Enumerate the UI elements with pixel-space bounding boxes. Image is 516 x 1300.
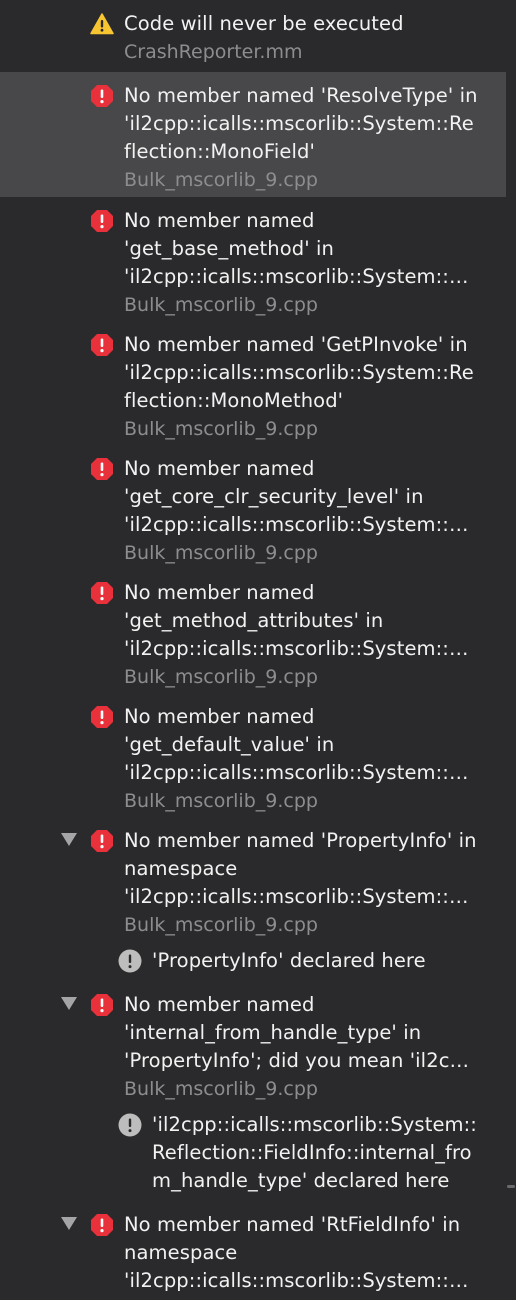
issue-row-expanded[interactable]: No member named 'PropertyInfo' in namesp… <box>0 817 506 941</box>
issue-row-expanded[interactable]: No member named 'RtFieldInfo' in namespa… <box>0 1201 506 1300</box>
issue-row[interactable]: No member named 'get_default_value' in '… <box>0 693 506 817</box>
issue-message: No member named <box>124 705 315 728</box>
note-message: m_handle_type' declared here <box>152 1169 450 1192</box>
note-row[interactable]: 'il2cpp::icalls::mscorlib::System:: Refl… <box>0 1105 506 1201</box>
warning-triangle-icon <box>90 13 114 35</box>
issue-message: flection::MonoField' <box>124 140 315 163</box>
error-octagon-icon <box>91 706 113 728</box>
error-octagon-icon <box>91 85 113 107</box>
note-circle-icon <box>118 1113 142 1137</box>
error-octagon-icon <box>91 458 113 480</box>
note-message: 'il2cpp::icalls::mscorlib::System:: <box>152 1113 477 1136</box>
error-octagon-icon <box>91 582 113 604</box>
disclosure-triangle-icon[interactable] <box>61 1217 77 1231</box>
issue-message: 'internal_from_handle_type' in <box>124 1021 422 1044</box>
issue-message: namespace <box>124 1241 238 1264</box>
issue-row[interactable]: No member named 'GetPInvoke' in 'il2cpp:… <box>0 321 506 445</box>
error-octagon-icon <box>91 1214 113 1236</box>
issue-message: 'il2cpp::icalls::mscorlib::System::… <box>124 885 469 908</box>
issue-message: Code will never be executed <box>124 12 404 35</box>
issue-row-selected[interactable]: No member named 'ResolveType' in 'il2cpp… <box>0 72 506 197</box>
scrollbar-thumb[interactable] <box>507 1185 515 1188</box>
disclosure-triangle-icon[interactable] <box>61 997 77 1011</box>
issue-message: 'il2cpp::icalls::mscorlib::System::… <box>124 513 469 536</box>
issue-message: 'get_default_value' in <box>124 733 335 756</box>
issue-file: Bulk_mscorlib_9.cpp <box>124 914 318 936</box>
issue-message: No member named 'RtFieldInfo' in <box>124 1213 461 1236</box>
issue-message: No member named <box>124 209 315 232</box>
issue-message: No member named <box>124 581 315 604</box>
issue-file: Bulk_mscorlib_9.cpp <box>124 542 318 564</box>
issue-row[interactable]: No member named 'get_core_clr_security_l… <box>0 445 506 569</box>
issue-file: Bulk_mscorlib_9.cpp <box>124 294 318 316</box>
error-octagon-icon <box>91 994 113 1016</box>
issue-message: 'il2cpp::icalls::mscorlib::System::Re <box>124 112 474 135</box>
issue-message: 'get_base_method' in <box>124 237 335 260</box>
issue-message: 'il2cpp::icalls::mscorlib::System::… <box>124 761 469 784</box>
vertical-scrollbar[interactable] <box>506 0 516 1300</box>
issue-message: 'PropertyInfo'; did you mean 'il2c… <box>124 1049 470 1072</box>
note-message: Reflection::FieldInfo::internal_fro <box>152 1141 472 1164</box>
issue-message: 'il2cpp::icalls::mscorlib::System::… <box>124 637 469 660</box>
error-octagon-icon <box>91 210 113 232</box>
error-octagon-icon <box>91 830 113 852</box>
issue-message: 'get_core_clr_security_level' in <box>124 485 424 508</box>
issue-file: Bulk_mscorlib_9.cpp <box>124 666 318 688</box>
issue-message: namespace <box>124 857 238 880</box>
issue-message: No member named 'ResolveType' in <box>124 84 478 107</box>
issue-message: No member named 'GetPInvoke' in <box>124 333 468 356</box>
issue-row-expanded[interactable]: No member named 'internal_from_handle_ty… <box>0 981 506 1105</box>
issue-message: 'get_method_attributes' in <box>124 609 384 632</box>
issue-navigator: Code will never be executed CrashReporte… <box>0 0 516 1300</box>
issue-file: Bulk_mscorlib_9.cpp <box>124 418 318 440</box>
issue-message: 'il2cpp::icalls::mscorlib::System::… <box>124 1269 469 1292</box>
issue-message: 'il2cpp::icalls::mscorlib::System::… <box>124 265 469 288</box>
issue-file: Bulk_mscorlib_9.cpp <box>124 1078 318 1100</box>
issue-message: flection::MonoMethod' <box>124 389 344 412</box>
issue-file: Bulk_mscorlib_9.cpp <box>124 790 318 812</box>
issue-file: CrashReporter.mm <box>124 41 303 63</box>
issue-message: 'il2cpp::icalls::mscorlib::System::Re <box>124 361 474 384</box>
issue-row[interactable]: No member named 'get_base_method' in 'il… <box>0 197 506 321</box>
disclosure-triangle-icon[interactable] <box>61 833 77 847</box>
issue-file: Bulk_mscorlib_9.cpp <box>124 169 318 191</box>
issue-message: No member named 'PropertyInfo' in <box>124 829 477 852</box>
error-octagon-icon <box>91 334 113 356</box>
note-circle-icon <box>118 949 142 973</box>
note-message: 'PropertyInfo' declared here <box>152 949 426 972</box>
issue-message: No member named <box>124 993 315 1016</box>
issue-row[interactable]: No member named 'get_method_attributes' … <box>0 569 506 693</box>
issue-row[interactable]: Code will never be executed CrashReporte… <box>0 0 506 72</box>
issue-message: No member named <box>124 457 315 480</box>
note-row[interactable]: 'PropertyInfo' declared here <box>0 941 506 985</box>
